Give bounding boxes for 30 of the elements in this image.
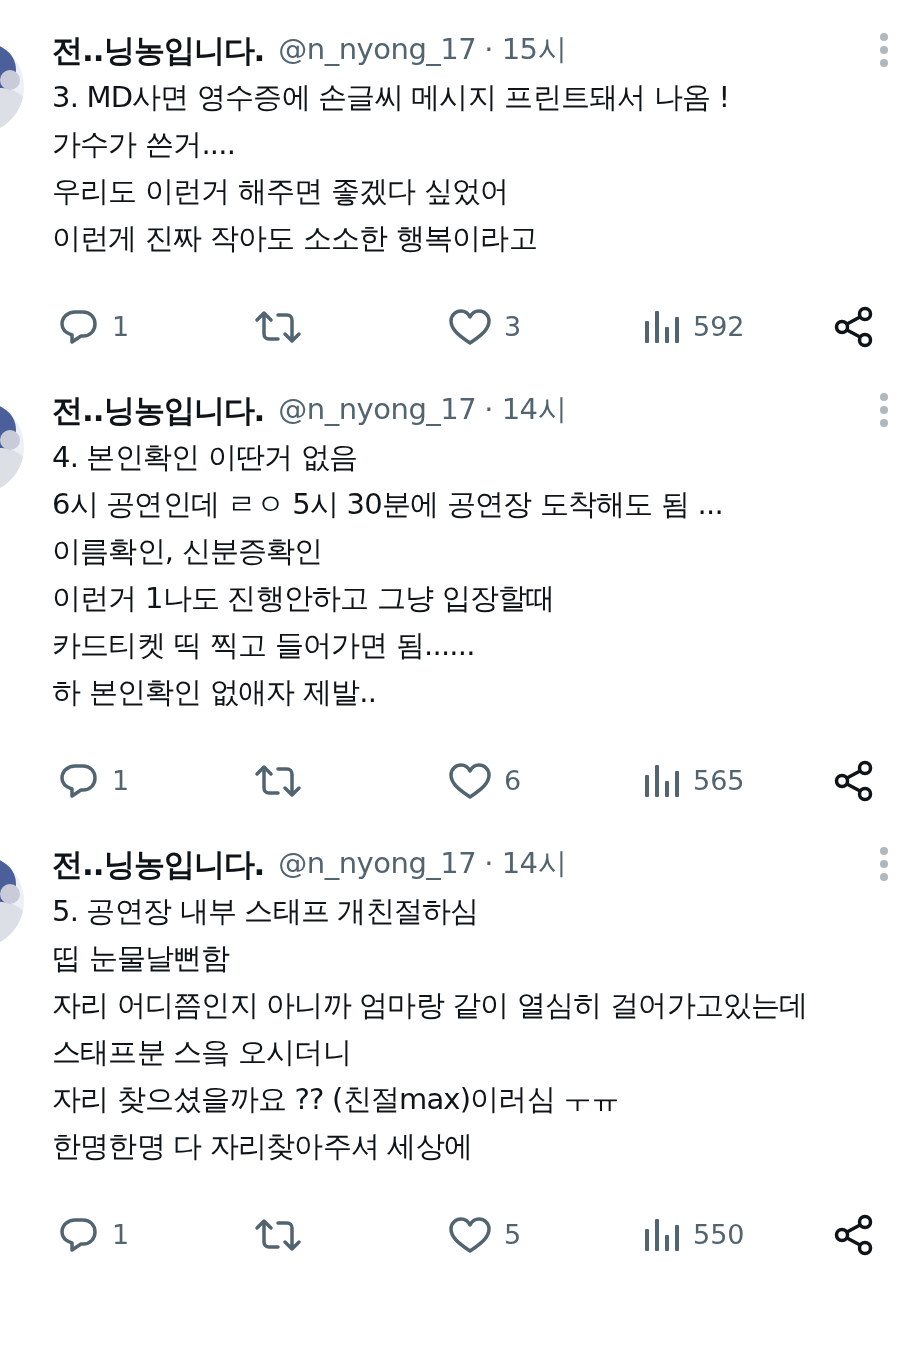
post-text: 3. MD사면 영수증에 손글씨 메시지 프린트돼서 나옴 ! 가수가 쓴거.... 우리도 이런거 해주면 좋겠다 싶었어 이런게 진짜 작아도 소소한 행복이라고: [52, 79, 731, 257]
share-icon[interactable]: [833, 1214, 875, 1256]
reply-count: 1: [112, 763, 130, 798]
display-name: 전..닝농입니다.: [52, 844, 265, 884]
share-icon[interactable]: [833, 306, 875, 348]
display-name: 전..닝농입니다.: [52, 390, 265, 430]
post-time: · 15시: [484, 31, 567, 69]
reply-count: 1: [112, 309, 130, 344]
user-handle: @n_nyong_17: [278, 31, 477, 69]
heart-icon[interactable]: [448, 761, 492, 801]
post-time: · 14시: [484, 391, 567, 429]
reply-icon[interactable]: [58, 307, 100, 347]
post-text: 4. 본인확인 이딴거 없음 6시 공연인데 ㄹㅇ 5시 30분에 공연장 도착해도 됨 ... 이름확인, 신분증확인 이런거 1나도 진행안하고 그냥 입장할때 카드티켓 띡 찍고 들어가면 됨...... 하 본인확인 없애자 제발..: [52, 439, 724, 711]
heart-icon[interactable]: [448, 1215, 492, 1255]
display-name: 전..닝농입니다.: [52, 30, 265, 70]
reply-icon[interactable]: [58, 761, 100, 801]
heart-icon[interactable]: [448, 307, 492, 347]
share-icon[interactable]: [833, 760, 875, 802]
post-time: · 14시: [484, 845, 567, 883]
views-count: 565: [693, 763, 745, 798]
user-handle: @n_nyong_17: [278, 391, 477, 429]
views-count: 592: [693, 309, 745, 344]
reply-icon[interactable]: [58, 1215, 100, 1255]
like-count: 5: [504, 1217, 522, 1252]
views-count: 550: [693, 1217, 745, 1252]
user-handle: @n_nyong_17: [278, 845, 477, 883]
like-count: 6: [504, 763, 522, 798]
reply-count: 1: [112, 1217, 130, 1252]
like-count: 3: [504, 309, 522, 344]
post-text: 5. 공연장 내부 스태프 개친절하심 띱 눈물날뻔함 자리 어디쯤인지 아니까 엄마랑 같이 열심히 걸어가고있는데 스태프분 스읔 오시더니 자리 찾으셨을까요 ?? (친절max)이러심 ㅜㅠ 한명한명 다 자리찾아주셔 세상에: [52, 893, 809, 1165]
